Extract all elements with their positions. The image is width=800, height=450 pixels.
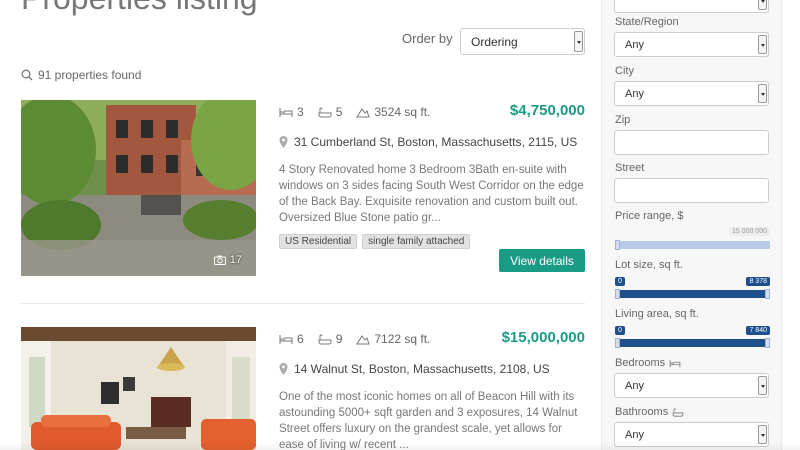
country-select[interactable]	[614, 0, 769, 13]
living-area-min-value: 0	[615, 326, 625, 335]
price-range-min-handle[interactable]	[615, 240, 620, 250]
listing-features: 3 5 3524 sq ft.	[279, 105, 430, 119]
bathrooms-count: 5	[335, 105, 343, 119]
listing-photo[interactable]	[21, 327, 256, 450]
listing-address[interactable]: 31 Cumberland St, Boston, Massachusetts,…	[279, 135, 577, 149]
zip-label: Zip	[615, 114, 631, 126]
lot-size-max-value: 8 378	[746, 277, 770, 286]
listing-address-text: 14 Walnut St, Boston, Massachusetts, 210…	[294, 362, 550, 376]
bedrooms-select-value: Any	[625, 379, 644, 392]
bathrooms-select-value: Any	[625, 428, 644, 441]
results-count: 91 properties found	[21, 68, 141, 82]
bathrooms-count: 9	[335, 332, 343, 346]
living-area-label: Living area, sq ft.	[615, 308, 699, 320]
listing-card: 6 9 7122 sq ft. $15,000,000 14 Walnut St…	[21, 327, 585, 450]
area-feature: 7122 sq ft.	[356, 332, 430, 346]
price-range-label: Price range, $	[615, 210, 684, 222]
search-icon	[21, 69, 33, 81]
bedrooms-select[interactable]: Any	[614, 373, 769, 398]
ordering-select-value: Ordering	[471, 34, 518, 49]
city-select-value: Any	[625, 87, 644, 100]
state-select[interactable]: Any	[614, 32, 769, 57]
photo-count-value: 17	[229, 254, 242, 266]
area-feature: 3524 sq ft.	[356, 105, 430, 119]
bedrooms-count: 3	[297, 105, 304, 119]
city-label: City	[615, 65, 634, 77]
street-input[interactable]	[614, 178, 769, 203]
listing-photo[interactable]: 17	[21, 100, 256, 276]
listing-card: 17 3 5 3524 sq ft. $4,750,000 31 Cumberl…	[21, 100, 585, 276]
map-pin-icon	[279, 363, 288, 375]
listing-divider	[21, 303, 585, 304]
chevron-down-icon	[758, 84, 767, 103]
street-label: Street	[615, 162, 645, 174]
bedrooms-filter-label-text: Bedrooms	[615, 357, 666, 369]
view-details-button[interactable]: View details	[499, 249, 585, 272]
listing-tags: US Residential single family attached	[279, 234, 471, 249]
page-title: Properties listing	[21, 0, 258, 17]
listing-description: 4 Story Renovated home 3 Bedroom 3Bath e…	[279, 164, 584, 224]
tag-us-residential[interactable]: US Residential	[279, 234, 358, 249]
bathtub-icon	[672, 407, 684, 417]
bed-icon	[669, 359, 681, 367]
map-pin-icon	[279, 136, 288, 148]
bathrooms-feature: 5	[318, 105, 343, 119]
results-count-text: 91 properties found	[38, 68, 142, 82]
living-area-min-handle[interactable]	[615, 338, 620, 348]
bed-icon	[279, 107, 293, 117]
area-icon	[356, 107, 371, 117]
bedrooms-filter-label: Bedrooms	[615, 357, 681, 369]
area-value: 3524 sq ft.	[374, 105, 431, 119]
bathtub-icon	[318, 334, 332, 344]
listing-address[interactable]: 14 Walnut St, Boston, Massachusetts, 210…	[279, 362, 550, 376]
bedrooms-feature: 6	[279, 332, 304, 346]
bathtub-icon	[318, 107, 332, 117]
bedrooms-feature: 3	[279, 105, 304, 119]
price-range-track	[615, 241, 770, 249]
order-by-label: Order by	[402, 31, 453, 46]
ordering-select[interactable]: Ordering	[460, 28, 585, 55]
tag-single-family-attached[interactable]: single family attached	[362, 234, 471, 249]
bathrooms-filter-label: Bathrooms	[615, 406, 684, 418]
state-select-value: Any	[625, 38, 644, 51]
living-area-fill	[620, 339, 765, 347]
area-value: 7122 sq ft.	[374, 332, 431, 346]
chevron-down-icon	[574, 31, 583, 52]
lot-size-fill	[620, 290, 765, 298]
filter-sidebar: State/Region Any City Any Zip Street Pri…	[601, 0, 782, 450]
area-icon	[356, 334, 371, 344]
lot-size-min-value: 0	[615, 277, 625, 286]
bed-icon	[279, 334, 293, 344]
photo-count: 17	[213, 254, 242, 266]
listing-description: One of the most iconic homes on all of B…	[279, 391, 578, 450]
house-photo-image	[21, 100, 256, 276]
lot-size-label: Lot size, sq ft.	[615, 259, 683, 271]
bathrooms-feature: 9	[318, 332, 343, 346]
chevron-down-icon	[758, 35, 767, 54]
living-area-max-value: 7 840	[746, 326, 770, 335]
bedrooms-count: 6	[297, 332, 304, 346]
bathrooms-filter-label-text: Bathrooms	[615, 406, 669, 418]
camera-icon	[213, 255, 226, 265]
chevron-down-icon	[758, 376, 767, 395]
chevron-down-icon	[758, 0, 767, 10]
state-label: State/Region	[615, 16, 679, 28]
lot-size-min-handle[interactable]	[615, 289, 620, 299]
lot-size-max-handle[interactable]	[765, 289, 770, 299]
zip-input[interactable]	[614, 130, 769, 155]
interior-photo-image	[21, 327, 256, 450]
living-area-max-handle[interactable]	[765, 338, 770, 348]
listing-price: $4,750,000	[509, 102, 585, 119]
listing-features: 6 9 7122 sq ft.	[279, 332, 430, 346]
listing-price: $15,000,000	[501, 329, 585, 346]
city-select[interactable]: Any	[614, 81, 769, 106]
bottom-shadow	[0, 442, 800, 450]
price-range-max: 15 000 000	[728, 227, 770, 236]
listing-address-text: 31 Cumberland St, Boston, Massachusetts,…	[294, 135, 578, 149]
